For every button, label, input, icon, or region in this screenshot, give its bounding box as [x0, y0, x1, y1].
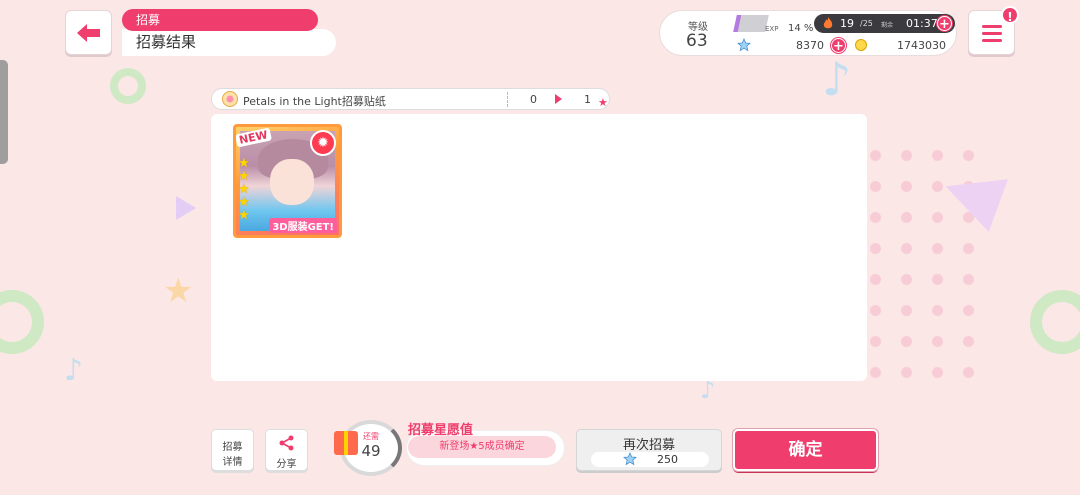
background-ring-3 — [1030, 290, 1080, 354]
level-value: 63 — [686, 31, 708, 51]
share-button[interactable]: 分享 — [265, 429, 308, 471]
add-stamina-button[interactable]: + — [937, 16, 952, 32]
new-star-icon: ★ — [598, 96, 608, 109]
share-icon — [279, 435, 293, 451]
detail-label-line2: 详情 — [222, 457, 243, 468]
share-label: 分享 — [276, 459, 297, 470]
recruit-again-button[interactable]: 再次招募 250 — [576, 429, 722, 471]
add-star-button[interactable]: + — [831, 38, 846, 54]
item-name: Petals in the Light招募贴纸 — [243, 95, 386, 108]
item-count-after: 1 — [584, 93, 591, 106]
exp-bar — [733, 15, 769, 32]
alert-badge: ! — [1001, 6, 1019, 24]
background-note-2: ♪ — [64, 353, 84, 388]
item-separator — [507, 92, 508, 107]
item-count-bar: Petals in the Light招募贴纸 0 1 ★ — [211, 88, 610, 110]
background-triangle-2 — [176, 196, 196, 220]
side-handle[interactable] — [0, 60, 8, 164]
recruit-again-cost: 250 — [591, 452, 709, 467]
background-ring-2 — [0, 290, 44, 354]
stamina-current: 19 — [840, 17, 854, 30]
exp-label: EXP — [765, 25, 779, 33]
background-ring-1 — [110, 68, 146, 104]
back-button[interactable] — [65, 10, 112, 55]
background-note-1: ♪ — [822, 52, 852, 106]
star-gem-icon — [737, 38, 751, 52]
page-category: 招募 — [122, 9, 318, 31]
item-count-before: 0 — [530, 93, 537, 106]
flame-icon — [823, 17, 833, 29]
page-title: 招募结果 — [122, 29, 336, 56]
status-panel: 等级 63 EXP 14 % 19 /25 剩余 01:37 + 8370 + … — [659, 10, 957, 56]
recruit-detail-button[interactable]: 招募 详情 — [211, 429, 254, 471]
recruit-again-label: 再次招募 — [622, 438, 675, 453]
background-star: ★ — [163, 271, 194, 311]
member-card[interactable]: NEW ✹ ★ ★ ★ ★ ★ 3D服装GET! — [233, 124, 342, 238]
wish-subtitle: 新登场★5成员确定 — [408, 436, 556, 458]
exp-percent: 14 % — [788, 23, 814, 34]
stamina-remaining-label: 剩余 — [881, 22, 894, 29]
background-note-3: ♪ — [700, 376, 716, 404]
recruit-again-cost-value: 250 — [657, 453, 678, 466]
recruit-result-panel: NEW ✹ ★ ★ ★ ★ ★ 3D服装GET! — [211, 114, 867, 381]
gift-icon — [334, 431, 358, 455]
arrow-right-icon — [555, 94, 562, 104]
card-face — [270, 159, 314, 205]
star-gem-count: 8370 — [796, 39, 824, 52]
detail-label-line1: 招募 — [222, 442, 243, 453]
costume-tag: 3D服装GET! — [269, 218, 337, 233]
sticker-icon — [222, 91, 238, 107]
rarity-star-icon: ★ — [238, 208, 250, 223]
fire-attribute-icon: ✹ — [310, 130, 336, 156]
rarity-stars: ★ ★ ★ ★ ★ — [238, 157, 252, 222]
coin-icon — [855, 39, 867, 51]
stamina-display: 19 /25 剩余 01:37 — [814, 14, 955, 33]
stamina-max: /25 — [860, 19, 873, 28]
confirm-button[interactable]: 确定 — [733, 429, 878, 471]
star-gem-icon — [623, 452, 637, 466]
arrow-left-icon — [76, 23, 100, 42]
coin-count: 1743030 — [897, 39, 946, 52]
stamina-timer: 01:37 — [906, 17, 938, 30]
